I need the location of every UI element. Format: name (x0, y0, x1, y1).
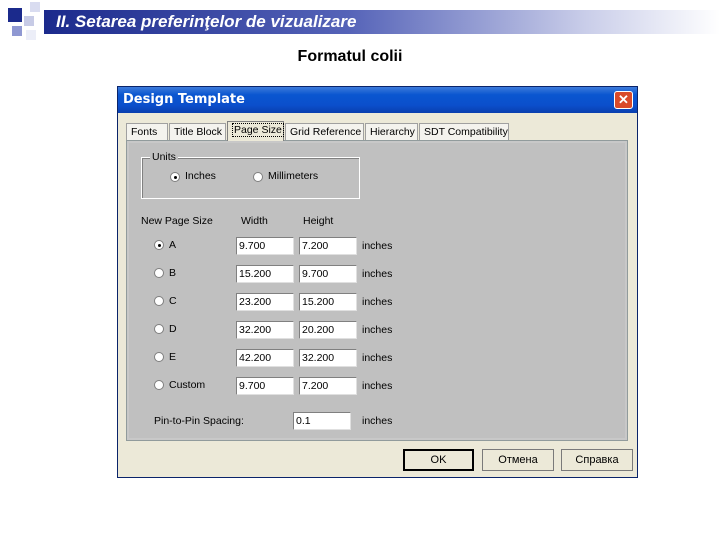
size-b-label: B (169, 267, 177, 279)
size-c-unit: inches (362, 296, 393, 308)
size-d-width-field[interactable]: 32.200 (236, 321, 294, 339)
dialog-title: Design Template (123, 92, 245, 107)
units-groupbox: Units Inches Millimeters (141, 151, 360, 199)
size-b-height-field[interactable]: 9.700 (299, 265, 357, 283)
units-millimeters-label: Millimeters (268, 170, 319, 182)
size-b-width-field[interactable]: 15.200 (236, 265, 294, 283)
size-e-radio[interactable] (154, 352, 164, 362)
size-a-height-field[interactable]: 7.200 (299, 237, 357, 255)
new-page-size-header: New Page Size (141, 215, 213, 227)
tab-sdt-compatibility[interactable]: SDT Compatibility (419, 123, 509, 140)
size-a-unit: inches (362, 240, 393, 252)
cancel-button[interactable]: Отмена (482, 449, 554, 471)
units-inches-label: Inches (185, 170, 216, 182)
size-c-width-field[interactable]: 23.200 (236, 293, 294, 311)
tab-hierarchy[interactable]: Hierarchy (365, 123, 418, 140)
size-c-radio[interactable] (154, 296, 164, 306)
slide-subtitle: Formatul colii (297, 48, 403, 65)
size-d-label: D (169, 323, 177, 335)
tab-grid-reference[interactable]: Grid Reference (285, 123, 364, 140)
units-label: Units (150, 151, 178, 163)
size-e-width-field[interactable]: 42.200 (236, 349, 294, 367)
width-header: Width (241, 215, 268, 227)
size-c-height-field[interactable]: 15.200 (299, 293, 357, 311)
tab-title-block[interactable]: Title Block (169, 123, 226, 140)
size-d-unit: inches (362, 324, 393, 336)
units-inches-radio[interactable] (170, 172, 180, 182)
size-d-radio[interactable] (154, 324, 164, 334)
ok-button[interactable]: OK (403, 449, 474, 471)
size-e-height-field[interactable]: 32.200 (299, 349, 357, 367)
size-custom-radio[interactable] (154, 380, 164, 390)
dialog-titlebar[interactable]: Design Template ✕ (118, 87, 637, 113)
size-e-unit: inches (362, 352, 393, 364)
size-c-label: C (169, 295, 177, 307)
pin-spacing-unit: inches (362, 415, 393, 427)
tab-fonts[interactable]: Fonts (126, 123, 168, 140)
size-d-height-field[interactable]: 20.200 (299, 321, 357, 339)
close-icon[interactable]: ✕ (614, 91, 633, 109)
size-custom-width-field[interactable]: 9.700 (236, 377, 294, 395)
units-millimeters-radio[interactable] (253, 172, 263, 182)
height-header: Height (303, 215, 334, 227)
size-custom-label: Custom (169, 379, 206, 391)
size-a-label: A (169, 239, 177, 251)
tab-page-size[interactable]: Page Size (227, 121, 284, 141)
size-e-label: E (169, 351, 177, 363)
size-a-width-field[interactable]: 9.700 (236, 237, 294, 255)
page-size-panel: Units Inches Millimeters New Page Size W… (126, 140, 628, 441)
pin-spacing-field[interactable]: 0.1 (293, 412, 351, 430)
size-a-radio[interactable] (154, 240, 164, 250)
size-b-radio[interactable] (154, 268, 164, 278)
slide-title: II. Setarea preferinţelor de vizualizare (56, 12, 357, 31)
size-custom-height-field[interactable]: 7.200 (299, 377, 357, 395)
pin-spacing-label: Pin-to-Pin Spacing: (154, 415, 244, 427)
help-button[interactable]: Справка (561, 449, 633, 471)
size-b-unit: inches (362, 268, 393, 280)
design-template-dialog: Design Template ✕ Fonts Title Block Page… (117, 86, 638, 478)
size-custom-unit: inches (362, 380, 393, 392)
